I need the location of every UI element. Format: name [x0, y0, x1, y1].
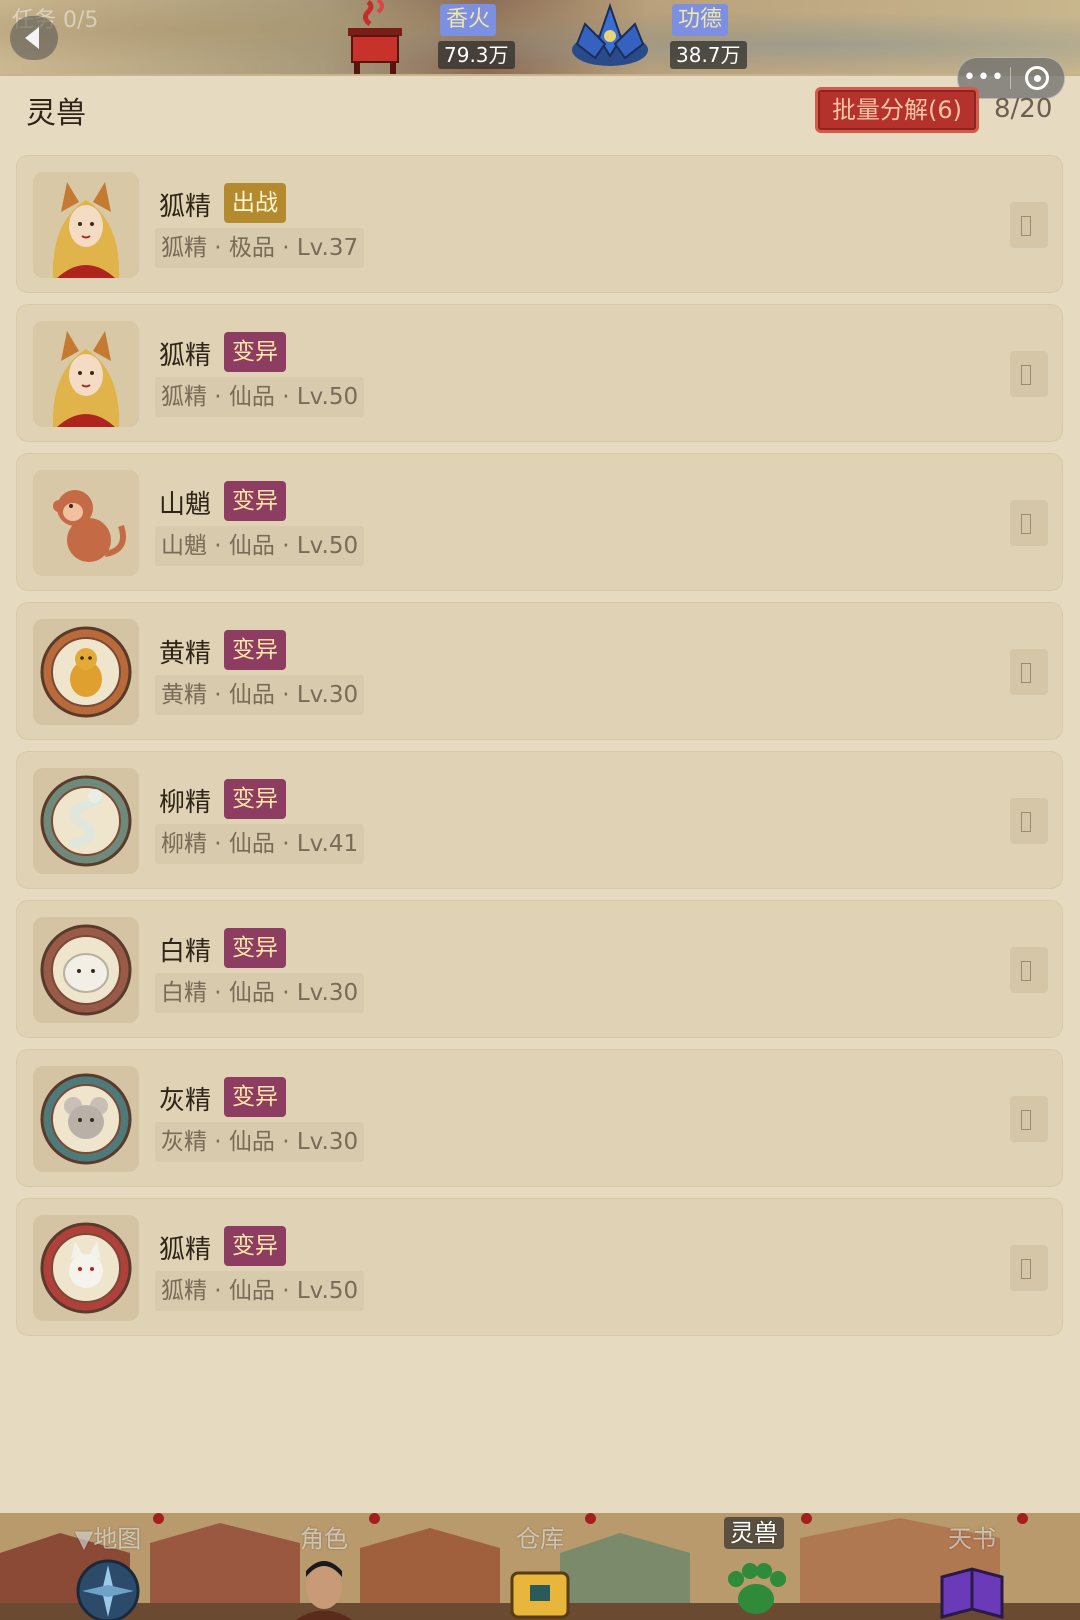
chest-icon	[510, 1571, 570, 1619]
pet-card[interactable]: 灰精 变异 灰精 · 仙品 · Lv.30	[16, 1049, 1063, 1187]
nav-label: 天书	[948, 1525, 996, 1553]
lotus-icon	[572, 2, 648, 66]
notification-dot	[1017, 1513, 1028, 1524]
pet-avatar	[33, 470, 139, 576]
batch-decompose-button[interactable]: 批量分解(6)	[815, 87, 979, 133]
compass-icon	[76, 1559, 140, 1620]
target-icon	[1025, 66, 1049, 90]
pet-status-tag: 变异	[224, 1077, 286, 1117]
pet-status-tag: 变异	[224, 630, 286, 670]
pet-name: 狐精	[159, 192, 212, 222]
snake-medallion-portrait	[40, 775, 132, 867]
nav-item-book[interactable]: 天书	[864, 1513, 1080, 1620]
pet-name: 狐精	[159, 341, 212, 371]
pet-name: 柳精	[159, 788, 212, 818]
nav-item-compass[interactable]: ▼地图	[0, 1513, 216, 1620]
nav-label: 灵兽	[724, 1517, 784, 1549]
notification-dot	[585, 1513, 596, 1524]
bottom-nav: ▼地图 角色 仓库 灵兽 天书	[0, 1513, 1080, 1620]
pet-action-button[interactable]	[1010, 351, 1048, 397]
pet-avatar	[33, 768, 139, 874]
pet-status-tag: 出战	[224, 183, 286, 223]
fox-maiden-portrait	[33, 321, 139, 427]
pet-avatar	[33, 1066, 139, 1172]
pet-list: 狐精 出战 狐精 · 极品 · Lv.37 狐精 变异 狐精 · 仙品 · Lv…	[16, 155, 1063, 1347]
monkey-portrait	[33, 470, 139, 576]
fox-maiden-portrait	[33, 172, 139, 278]
nav-item-character[interactable]: 角色	[216, 1513, 432, 1620]
pet-meta: 白精 · 仙品 · Lv.30	[155, 973, 365, 1013]
pet-meta: 山魈 · 仙品 · Lv.50	[155, 526, 365, 566]
pet-card[interactable]: 狐精 变异 狐精 · 仙品 · Lv.50	[16, 1198, 1063, 1336]
top-banner: 任务 0/5 香火 79.3万 功德 38.7万	[0, 0, 1080, 76]
nav-item-chest[interactable]: 仓库	[432, 1513, 648, 1620]
nav-label: 仓库	[516, 1525, 564, 1553]
notification-dot	[801, 1513, 812, 1524]
book-icon	[940, 1567, 1004, 1619]
pet-capacity: 8/20	[994, 94, 1053, 124]
incense-label: 香火	[440, 4, 497, 36]
pet-action-button[interactable]	[1010, 649, 1048, 695]
pet-meta: 狐精 · 仙品 · Lv.50	[155, 377, 365, 417]
pet-card[interactable]: 柳精 变异 柳精 · 仙品 · Lv.41	[16, 751, 1063, 889]
pet-avatar	[33, 917, 139, 1023]
pet-status-tag: 变异	[224, 928, 286, 968]
pet-card[interactable]: 狐精 出战 狐精 · 极品 · Lv.37	[16, 155, 1063, 293]
pet-name: 白精	[159, 937, 212, 967]
merit-value: 38.7万	[670, 41, 747, 69]
page-title: 灵兽	[26, 96, 86, 131]
pet-meta: 狐精 · 仙品 · Lv.50	[155, 1271, 365, 1311]
pet-status-tag: 变异	[224, 481, 286, 521]
back-button[interactable]	[10, 16, 58, 60]
pet-action-button[interactable]	[1010, 1096, 1048, 1142]
fox-medallion-portrait	[40, 1222, 132, 1314]
pet-name: 山魈	[159, 490, 212, 520]
pet-avatar	[33, 619, 139, 725]
notification-dot	[369, 1513, 380, 1524]
pet-action-button[interactable]	[1010, 798, 1048, 844]
rat-medallion-portrait	[40, 1073, 132, 1165]
pet-action-button[interactable]	[1010, 1245, 1048, 1291]
nav-label: ▼地图	[74, 1525, 142, 1553]
notification-dot	[153, 1513, 164, 1524]
pet-status-tag: 变异	[224, 779, 286, 819]
pet-action-button[interactable]	[1010, 202, 1048, 248]
pet-name: 狐精	[159, 1235, 212, 1265]
pet-meta: 狐精 · 极品 · Lv.37	[155, 228, 365, 268]
pet-meta: 柳精 · 仙品 · Lv.41	[155, 824, 365, 864]
close-miniprogram-button[interactable]	[1011, 66, 1063, 90]
pet-card[interactable]: 黄精 变异 黄精 · 仙品 · Lv.30	[16, 602, 1063, 740]
pet-avatar	[33, 321, 139, 427]
incense-value: 79.3万	[438, 41, 515, 69]
hedgehog-medallion-portrait	[40, 924, 132, 1016]
pet-meta: 黄精 · 仙品 · Lv.30	[155, 675, 365, 715]
pet-status-tag: 变异	[224, 332, 286, 372]
pet-meta: 灰精 · 仙品 · Lv.30	[155, 1122, 365, 1162]
back-arrow-icon	[25, 27, 39, 49]
pet-card[interactable]: 山魈 变异 山魈 · 仙品 · Lv.50	[16, 453, 1063, 591]
paw-icon	[728, 1563, 786, 1614]
pet-status-tag: 变异	[224, 1226, 286, 1266]
incense-burner-icon	[348, 0, 402, 74]
pet-avatar	[33, 1215, 139, 1321]
nav-item-paw[interactable]: 灵兽	[648, 1513, 864, 1620]
weasel-medallion-portrait	[40, 626, 132, 718]
pet-avatar	[33, 172, 139, 278]
pet-name: 黄精	[159, 639, 212, 669]
pet-action-button[interactable]	[1010, 947, 1048, 993]
merit-label: 功德	[672, 4, 729, 36]
pet-name: 灰精	[159, 1086, 212, 1116]
nav-label: 角色	[300, 1525, 348, 1553]
character-icon	[296, 1561, 352, 1620]
pet-card[interactable]: 白精 变异 白精 · 仙品 · Lv.30	[16, 900, 1063, 1038]
pet-action-button[interactable]	[1010, 500, 1048, 546]
pet-card[interactable]: 狐精 变异 狐精 · 仙品 · Lv.50	[16, 304, 1063, 442]
